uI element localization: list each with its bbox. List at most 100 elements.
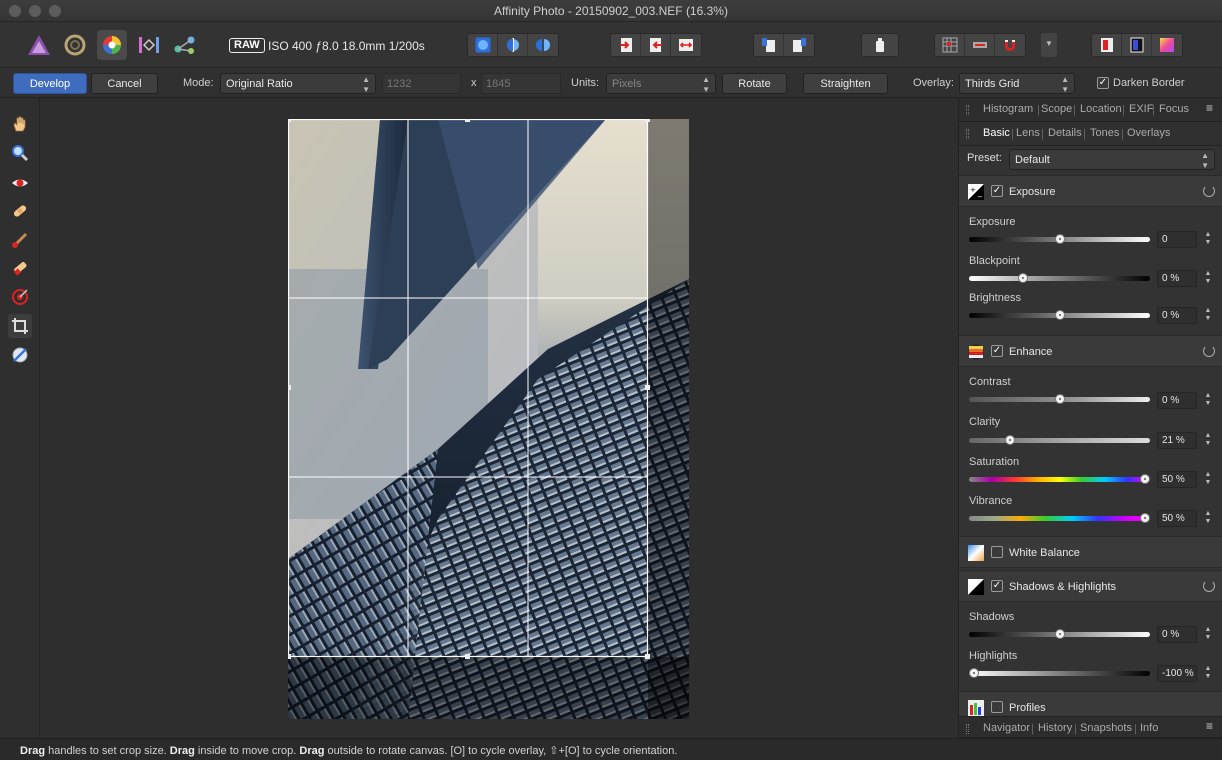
- slider-knob[interactable]: [1055, 394, 1065, 404]
- slider-knob[interactable]: [1005, 435, 1015, 445]
- clarity-slider[interactable]: [969, 435, 1150, 445]
- exposure-stepper[interactable]: ▲ ▼: [1203, 231, 1213, 248]
- panel-menu-icon[interactable]: ≡: [1206, 101, 1213, 115]
- clarity-stepper[interactable]: ▲ ▼: [1203, 432, 1213, 449]
- preset-select[interactable]: Default ▲ ▼: [1009, 149, 1215, 170]
- crop-tool-icon[interactable]: [8, 314, 32, 338]
- tab-navigator[interactable]: Navigator: [983, 722, 1030, 734]
- tab-tones[interactable]: Tones: [1090, 127, 1119, 139]
- white-balance-enable-checkbox[interactable]: [991, 546, 1003, 558]
- panel-menu-icon[interactable]: ≡: [1206, 719, 1213, 733]
- tab-exif[interactable]: EXIF: [1129, 103, 1153, 115]
- hand-tool-icon[interactable]: [8, 112, 32, 136]
- tab-lens[interactable]: Lens: [1016, 127, 1040, 139]
- vibrance-stepper[interactable]: ▲ ▼: [1203, 510, 1213, 527]
- tab-scope[interactable]: Scope: [1041, 103, 1072, 115]
- canvas-area[interactable]: [40, 98, 958, 738]
- slider-knob[interactable]: [1055, 310, 1065, 320]
- highlights-slider[interactable]: [969, 668, 1150, 678]
- photo-image[interactable]: [288, 119, 689, 719]
- enhance-enable-checkbox[interactable]: ✓: [991, 345, 1003, 357]
- exposure-value[interactable]: 0: [1157, 231, 1197, 248]
- tab-location[interactable]: Location: [1080, 103, 1122, 115]
- photo-persona-icon[interactable]: [24, 30, 54, 60]
- crop-height-input[interactable]: 1845: [481, 73, 561, 94]
- shadows-highlights-enable-checkbox[interactable]: ✓: [991, 580, 1003, 592]
- panel-grip-icon[interactable]: [966, 724, 969, 734]
- rotate-left-icon[interactable]: [754, 34, 784, 56]
- red-eye-tool-icon[interactable]: [8, 171, 32, 195]
- clipping-icon[interactable]: [862, 34, 898, 56]
- single-view-icon[interactable]: [468, 34, 498, 56]
- mode-select[interactable]: Original Ratio ▲ ▼: [220, 73, 376, 94]
- reset-icon[interactable]: [1203, 580, 1215, 592]
- reset-icon[interactable]: [1203, 345, 1215, 357]
- contrast-slider[interactable]: [969, 394, 1150, 404]
- blackpoint-stepper[interactable]: ▲ ▼: [1203, 270, 1213, 287]
- tab-info[interactable]: Info: [1140, 722, 1158, 734]
- straighten-button[interactable]: Straighten: [803, 73, 888, 94]
- develop-persona-icon[interactable]: [97, 30, 127, 60]
- vibrance-slider[interactable]: [969, 513, 1150, 523]
- shadows-value[interactable]: 0 %: [1157, 626, 1197, 643]
- crop-overlay[interactable]: [288, 119, 689, 719]
- blackpoint-slider[interactable]: [969, 273, 1150, 283]
- export-persona-icon[interactable]: [170, 30, 200, 60]
- tab-overlays[interactable]: Overlays: [1127, 127, 1170, 139]
- gradient-tool-icon[interactable]: [8, 285, 32, 309]
- saturation-slider[interactable]: [969, 474, 1150, 484]
- brightness-stepper[interactable]: ▲ ▼: [1203, 307, 1213, 324]
- tab-details[interactable]: Details: [1048, 127, 1082, 139]
- magnet-icon[interactable]: [995, 34, 1025, 56]
- develop-button[interactable]: Develop: [13, 73, 87, 94]
- guides-icon[interactable]: [965, 34, 995, 56]
- panel-grip-icon[interactable]: [966, 105, 969, 115]
- white-balance-picker-icon[interactable]: [8, 343, 32, 367]
- clarity-value[interactable]: 21 %: [1157, 432, 1197, 449]
- exposure-enable-checkbox[interactable]: ✓: [991, 185, 1003, 197]
- overlay-select[interactable]: Thirds Grid ▲ ▼: [959, 73, 1075, 94]
- tab-history[interactable]: History: [1038, 722, 1072, 734]
- contrast-stepper[interactable]: ▲ ▼: [1203, 392, 1213, 409]
- rotate-button[interactable]: Rotate: [722, 73, 787, 94]
- blemish-tool-icon[interactable]: [8, 199, 32, 223]
- swap-icon[interactable]: [671, 34, 701, 56]
- white-balance-section-header[interactable]: White Balance: [959, 536, 1222, 568]
- highlights-stepper[interactable]: ▲ ▼: [1203, 665, 1213, 682]
- tab-basic[interactable]: Basic: [983, 127, 1010, 139]
- assistant-icon[interactable]: [1092, 34, 1122, 56]
- cancel-button[interactable]: Cancel: [91, 73, 158, 94]
- shadows-stepper[interactable]: ▲ ▼: [1203, 626, 1213, 643]
- mirror-view-icon[interactable]: [528, 34, 558, 56]
- tab-focus[interactable]: Focus: [1159, 103, 1189, 115]
- enhance-section-header[interactable]: ✓ Enhance: [959, 335, 1222, 367]
- slider-knob[interactable]: [1055, 234, 1065, 244]
- zoom-tool-icon[interactable]: [8, 141, 32, 165]
- move-left-icon[interactable]: [641, 34, 671, 56]
- shadows-slider[interactable]: [969, 629, 1150, 639]
- rotate-right-icon[interactable]: [784, 34, 814, 56]
- exposure-slider[interactable]: [969, 234, 1150, 244]
- tab-histogram[interactable]: Histogram: [983, 103, 1033, 115]
- blackpoint-value[interactable]: 0 %: [1157, 270, 1197, 287]
- saturation-stepper[interactable]: ▲ ▼: [1203, 471, 1213, 488]
- shadows-highlights-section-header[interactable]: ✓ Shadows & Highlights: [959, 570, 1222, 602]
- slider-knob[interactable]: [1140, 513, 1150, 523]
- darken-border-checkbox[interactable]: ✓: [1097, 77, 1109, 89]
- exposure-section-header[interactable]: + − ✓ Exposure: [959, 175, 1222, 207]
- preferences-icon[interactable]: [1122, 34, 1152, 56]
- saturation-value[interactable]: 50 %: [1157, 471, 1197, 488]
- reset-icon[interactable]: [1203, 185, 1215, 197]
- slider-knob[interactable]: [969, 668, 979, 678]
- brightness-value[interactable]: 0 %: [1157, 307, 1197, 324]
- split-view-icon[interactable]: [498, 34, 528, 56]
- brush-tool-icon[interactable]: [8, 228, 32, 252]
- tone-mapping-persona-icon[interactable]: [134, 30, 164, 60]
- crop-width-input[interactable]: 1232: [382, 73, 461, 94]
- color-icon[interactable]: [1152, 34, 1182, 56]
- slider-knob[interactable]: [1140, 474, 1150, 484]
- panel-grip-icon[interactable]: [966, 129, 969, 139]
- slider-knob[interactable]: [1018, 273, 1028, 283]
- slider-knob[interactable]: [1055, 629, 1065, 639]
- move-right-icon[interactable]: [611, 34, 641, 56]
